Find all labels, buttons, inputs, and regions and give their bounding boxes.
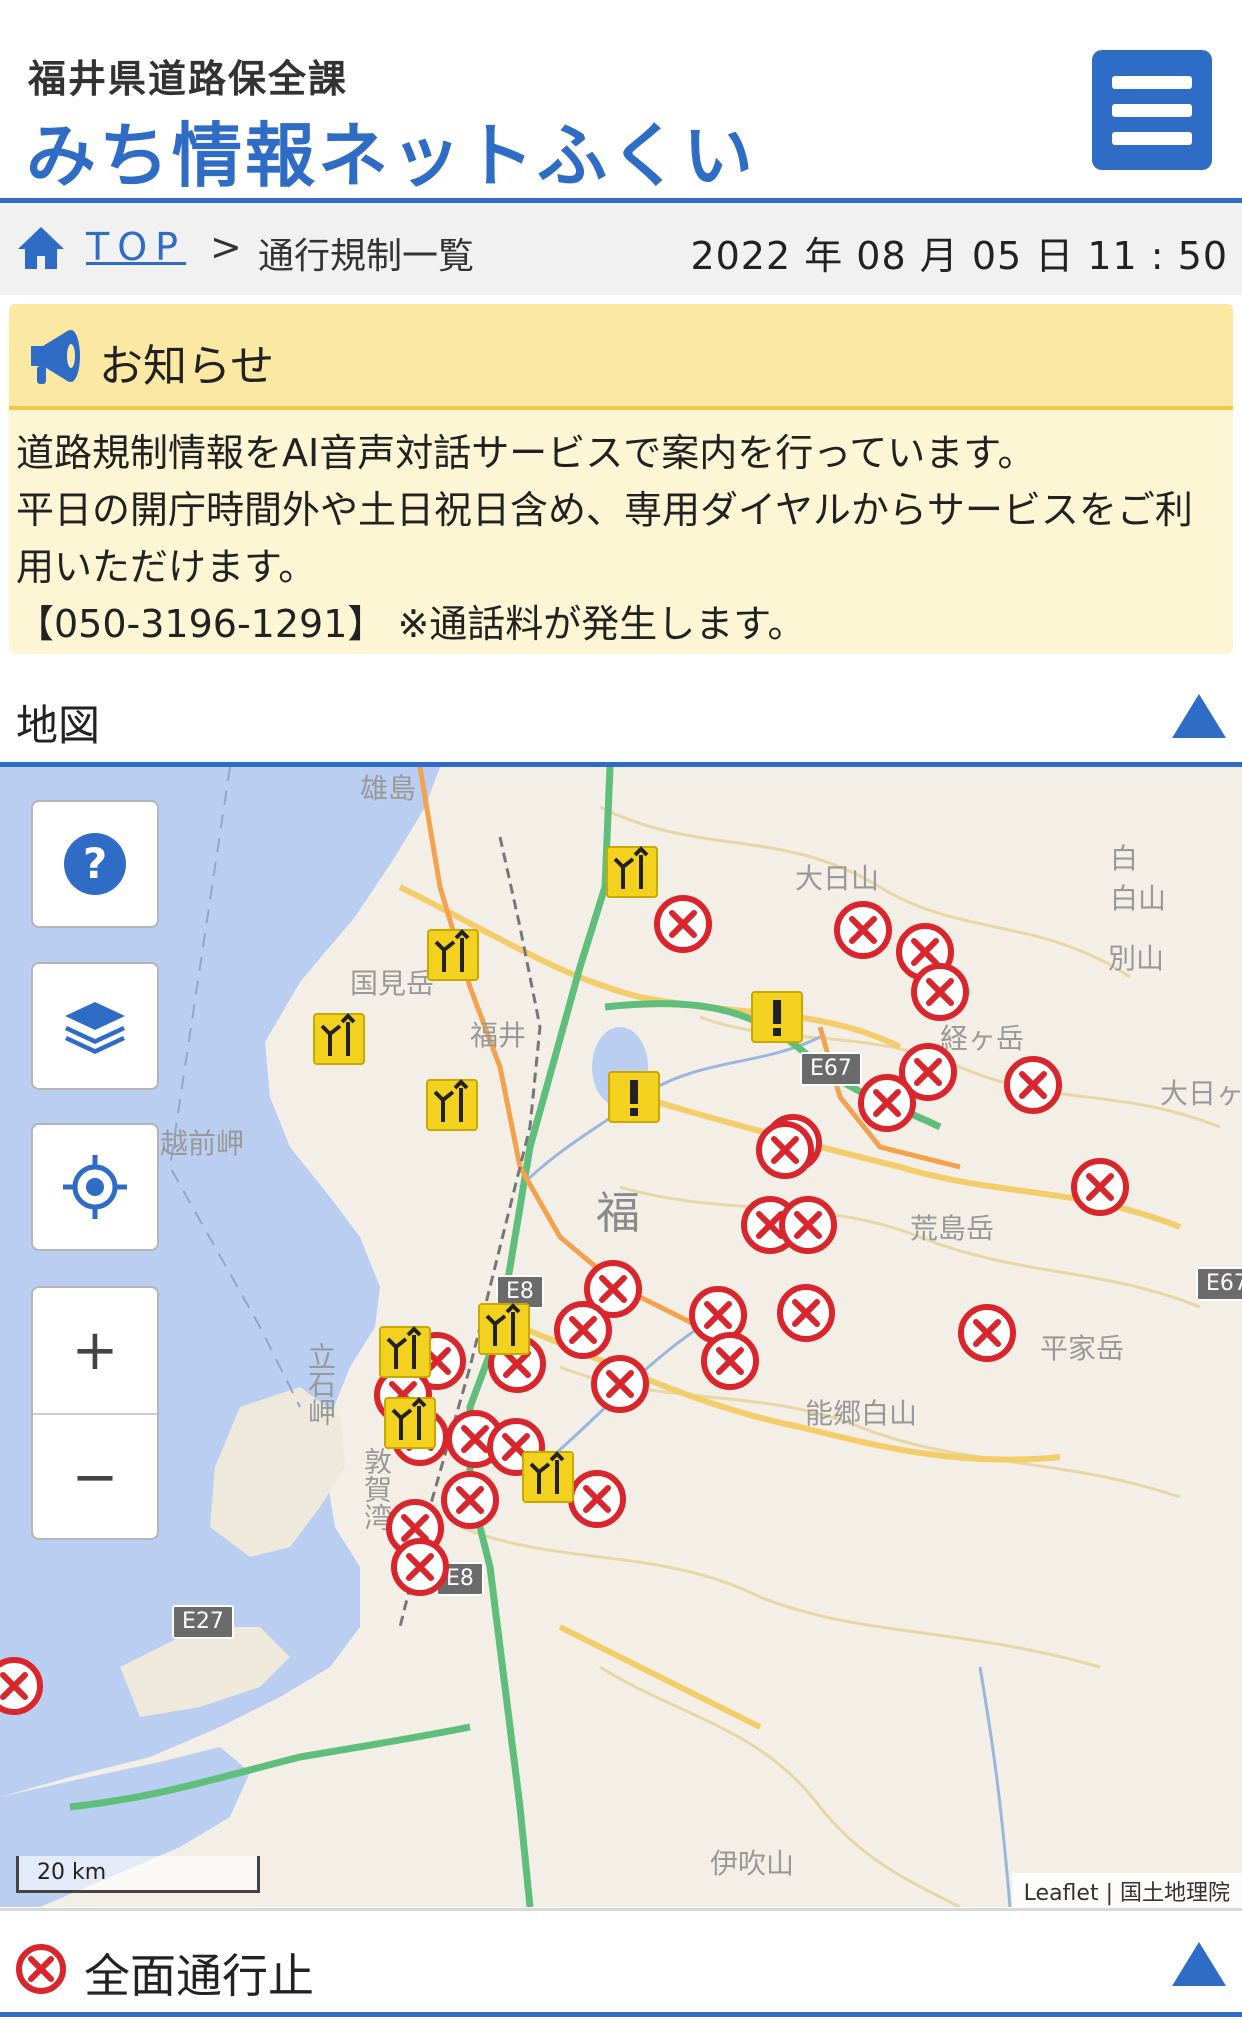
road-closed-marker[interactable] [552,1299,614,1361]
road-closed-marker[interactable] [389,1536,451,1598]
place-label: 国見岳 [350,967,435,1000]
attribution-separator: | [1098,1881,1120,1906]
notice-line: 平日の開庁時間外や土日祝日含め、専用ダイヤルからサービスをご利 [16,488,1193,532]
leaflet-link[interactable]: Leaflet [1024,1881,1099,1906]
place-label: 福 [596,1188,640,1239]
road-closed-marker[interactable] [0,1655,45,1717]
place-label: 福井 [470,1019,527,1052]
help-icon: ? [64,833,126,895]
map-locate-button[interactable] [31,1123,159,1251]
notice-phone-line: 【050-3196-1291】 ※通話料が発生します。 [16,602,806,646]
lane-restriction-marker[interactable] [477,1302,531,1356]
breadcrumb-current: 通行規制一覧 [258,236,475,277]
legend-bottom-divider [0,2012,1242,2017]
notice-title: お知らせ [99,341,275,392]
map-attribution: Leaflet | 国土地理院 [1011,1873,1242,1907]
place-label: 越前岬 [160,1127,245,1160]
legend-top-divider [0,1908,1242,1911]
place-label: 平家岳 [1040,1332,1125,1365]
notice-header: お知らせ [9,304,1233,410]
map-layers-button[interactable] [31,962,159,1090]
place-label: 別山 [1108,942,1165,975]
svg-text:?: ? [83,839,107,888]
expressway-shield: E67 [1196,1267,1242,1301]
org-name: 福井県道路保全課 [28,57,349,101]
lane-restriction-marker[interactable] [383,1396,437,1450]
caution-marker[interactable] [750,990,804,1044]
road-closed-icon [16,1944,66,1994]
map-zoom-control: + − [31,1286,159,1540]
place-label: 白 [1110,842,1139,875]
place-label: 伊吹山 [710,1847,795,1880]
notice-line: 道路規制情報をAI音声対話サービスで案内を行っています。 [16,431,1036,475]
scale-label: 20 km [37,1860,107,1885]
gsi-link[interactable]: 国土地理院 [1120,1881,1230,1906]
layers-icon [65,1002,125,1054]
map-scale: 20 km [16,1856,260,1893]
road-closed-marker[interactable] [777,1194,839,1256]
megaphone-icon [31,330,80,384]
road-closed-marker[interactable] [956,1302,1018,1364]
road-closed-marker[interactable] [1069,1156,1131,1218]
caution-marker[interactable] [607,1070,661,1124]
road-closed-marker[interactable] [566,1468,628,1530]
triangle-up-icon[interactable] [1172,1942,1226,1986]
lane-restriction-marker[interactable] [426,928,480,982]
lane-restriction-marker[interactable] [425,1078,479,1132]
place-label: 大日ヶ [1160,1077,1242,1110]
triangle-up-icon[interactable] [1172,694,1226,738]
legend-label: 全面通行止 [84,1949,314,2003]
road-closed-marker[interactable] [439,1469,501,1531]
road-closed-marker[interactable] [589,1353,651,1415]
place-label: 白山 [1110,882,1167,915]
current-datetime: 2022 年 08 月 05 日 11 : 50 [690,234,1228,278]
site-header: 福井県道路保全課 みち情報ネットふくい [0,0,1242,203]
expressway-shield: E27 [172,1605,234,1639]
lane-restriction-marker[interactable] [312,1012,366,1066]
road-closed-marker[interactable] [832,899,894,961]
road-closed-marker[interactable] [856,1072,918,1134]
road-closed-marker[interactable] [652,893,714,955]
road-closed-marker[interactable] [1002,1054,1064,1116]
road-closed-marker[interactable] [699,1330,761,1392]
road-closed-marker[interactable] [909,961,971,1023]
map-help-button[interactable]: ? [31,800,159,928]
locate-icon [63,1155,127,1219]
map-view[interactable]: 雄島 大日山 白 白山 別山 国見岳 福井 経ヶ岳 大日ヶ 越前岬 福 荒島岳 … [0,767,1242,1907]
place-label: 大日山 [795,862,880,895]
zoom-out-button[interactable]: − [33,1415,157,1540]
home-icon[interactable] [16,223,66,273]
notice-panel: お知らせ 道路規制情報をAI音声対話サービスで案内を行っています。 平日の開庁時… [9,304,1233,654]
breadcrumb-separator: > [210,225,242,269]
road-closed-marker[interactable] [754,1119,816,1181]
breadcrumb-top-link[interactable]: TOP [86,225,186,269]
zoom-in-button[interactable]: + [33,1288,157,1413]
lane-restriction-marker[interactable] [605,845,659,899]
site-name[interactable]: みち情報ネットふくい [26,100,756,201]
place-label: 雄島 [360,772,417,805]
hamburger-menu-button[interactable] [1092,50,1212,170]
notice-line: 用いただけます。 [16,545,317,589]
lane-restriction-marker[interactable] [521,1450,575,1504]
place-label: 能郷白山 [805,1397,918,1430]
lane-restriction-marker[interactable] [378,1325,432,1379]
place-label: 荒島岳 [910,1212,995,1245]
breadcrumb: TOP > 通行規制一覧 2022 年 08 月 05 日 11 : 50 [0,203,1242,295]
hamburger-menu-icon [1112,76,1192,89]
expressway-shield: E67 [800,1052,862,1086]
place-label: 立石岬 [304,1342,337,1426]
map-section-title: 地図 [16,701,101,750]
road-closed-marker[interactable] [775,1282,837,1344]
